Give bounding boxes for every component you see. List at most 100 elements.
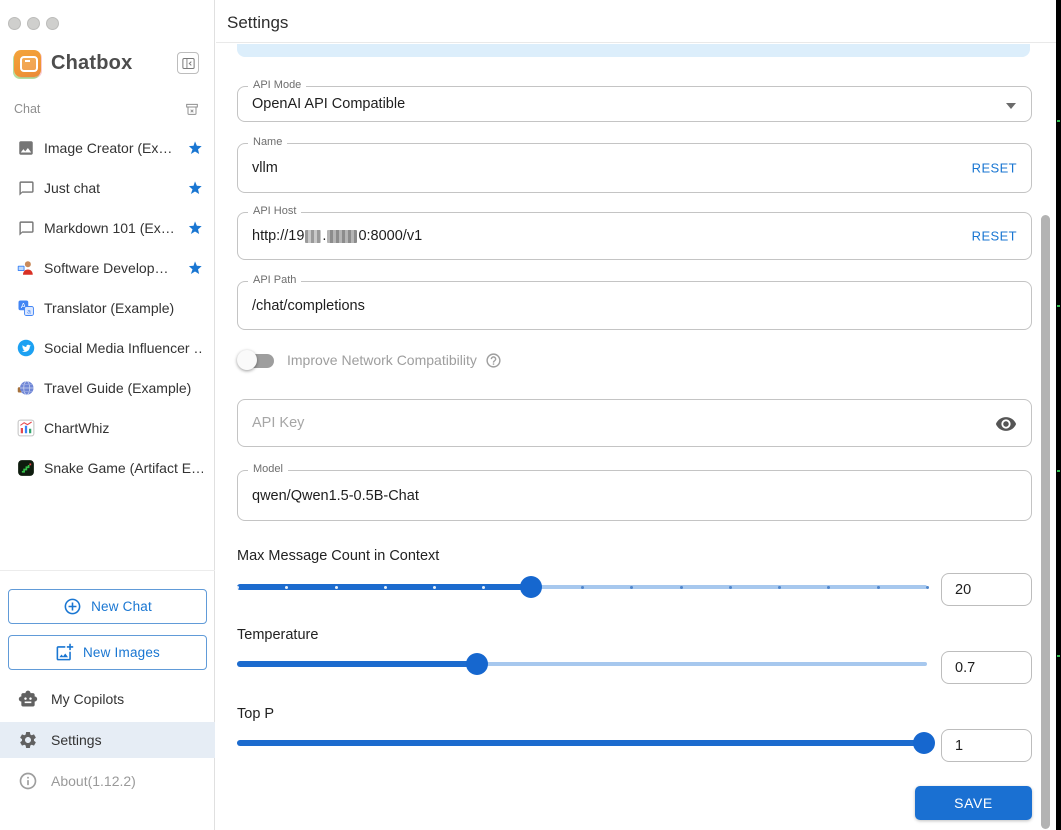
session-item-markdown-101[interactable]: Markdown 101 (Ex…: [0, 208, 215, 248]
session-item-travel-guide[interactable]: Travel Guide (Example): [0, 368, 215, 408]
save-button[interactable]: SAVE: [915, 786, 1032, 820]
chart-icon: [17, 419, 35, 437]
name-field: Name RESET: [237, 136, 1032, 193]
add-circle-icon: [64, 598, 81, 615]
screen-edge-strip: [1056, 0, 1061, 830]
session-item-social-media-influencer[interactable]: Social Media Influencer …: [0, 328, 215, 368]
api-path-input[interactable]: [238, 282, 1031, 329]
model-input[interactable]: [238, 471, 1031, 520]
api-path-field: API Path: [237, 274, 1032, 330]
star-icon[interactable]: [187, 180, 203, 196]
minimize-window-button[interactable]: [27, 17, 40, 30]
network-compatibility-toggle[interactable]: [237, 348, 277, 372]
top-p-label: Top P: [237, 706, 275, 722]
top-p-input[interactable]: [942, 730, 1031, 761]
api-host-field: API Host http://19. 0:8000/v1 RESET: [237, 205, 1032, 260]
slider-thumb[interactable]: [912, 732, 935, 754]
sidebar: Chatbox Chat Image Creator (Ex… Just cha…: [0, 0, 215, 830]
settings-label: Settings: [51, 732, 102, 748]
new-images-label: New Images: [82, 645, 161, 660]
chatbox-logo-icon: [14, 50, 41, 77]
max-message-count-input[interactable]: [942, 574, 1031, 605]
session-item-just-chat[interactable]: Just chat: [0, 168, 215, 208]
api-key-input[interactable]: [238, 400, 1031, 446]
redacted-block: [327, 229, 358, 243]
snake-game-icon: [17, 459, 35, 477]
chat-section-label: Chat: [14, 102, 41, 116]
top-p-slider[interactable]: [237, 732, 935, 754]
developer-icon: [17, 259, 35, 277]
chat-bubble-icon: [17, 219, 35, 237]
info-icon: [19, 772, 37, 790]
api-mode-select[interactable]: API Mode OpenAI API Compatible: [237, 79, 1032, 122]
gear-icon: [20, 732, 36, 748]
star-icon[interactable]: [187, 220, 203, 236]
toggle-thumb: [237, 350, 257, 370]
scrollbar-thumb[interactable]: [1041, 215, 1050, 829]
settings-header: Settings: [216, 0, 1061, 43]
top-p-value-box: [941, 729, 1032, 762]
eye-icon: [995, 417, 1017, 431]
network-compatibility-label: Improve Network Compatibility: [287, 352, 477, 368]
settings-item-selected[interactable]: Settings: [0, 722, 215, 758]
temperature-slider[interactable]: [237, 653, 927, 675]
name-input[interactable]: [238, 144, 1031, 192]
network-compatibility-row: Improve Network Compatibility: [237, 348, 502, 372]
session-list: Image Creator (Ex… Just chat Markdown 10…: [0, 128, 215, 488]
toggle-visibility-button[interactable]: [995, 413, 1017, 435]
max-message-count-value-box: [941, 573, 1032, 606]
close-window-button[interactable]: [8, 17, 21, 30]
chevron-down-icon: [1006, 103, 1016, 109]
help-circle-icon[interactable]: [485, 352, 502, 369]
window-controls: [8, 17, 59, 30]
collapse-sidebar-icon: [181, 57, 195, 69]
add-photo-icon: [56, 643, 74, 661]
session-item-image-creator[interactable]: Image Creator (Ex…: [0, 128, 215, 168]
clear-archive-icon[interactable]: [184, 101, 200, 117]
temperature-label: Temperature: [237, 627, 319, 643]
app-title: Chatbox: [51, 52, 133, 74]
chat-section-header: Chat: [14, 101, 200, 117]
api-host-input[interactable]: http://19. 0:8000/v1: [252, 213, 422, 259]
my-copilots-label: My Copilots: [51, 691, 125, 707]
max-message-count-slider[interactable]: [236, 576, 929, 598]
svg-text:a: a: [27, 309, 31, 316]
page-title: Settings: [227, 13, 289, 32]
about-item[interactable]: About(1.12.2): [0, 763, 215, 799]
app-logo-row: Chatbox: [14, 50, 204, 77]
session-item-translator[interactable]: A a Translator (Example): [0, 288, 215, 328]
info-banner-remnant: [237, 44, 1030, 57]
slider-fill: [237, 661, 478, 667]
api-mode-value: OpenAI API Compatible: [252, 96, 406, 112]
chatbox-app: Chatbox Chat Image Creator (Ex… Just cha…: [0, 0, 1061, 830]
temperature-input[interactable]: [942, 652, 1031, 683]
max-message-count-label: Max Message Count in Context: [237, 548, 440, 564]
temperature-value-box: [941, 651, 1032, 684]
settings-panel: Settings API Mode OpenAI API Compatible …: [216, 0, 1061, 830]
new-images-button[interactable]: New Images: [8, 635, 207, 670]
redacted-block: [305, 229, 322, 243]
session-item-snake-game[interactable]: Snake Game (Artifact E…: [0, 448, 215, 488]
translate-icon: A a: [17, 299, 35, 317]
new-chat-button[interactable]: New Chat: [8, 589, 207, 624]
new-chat-label: New Chat: [91, 599, 152, 614]
my-copilots-item[interactable]: My Copilots: [0, 681, 215, 717]
zoom-window-button[interactable]: [46, 17, 59, 30]
session-item-software-developer[interactable]: Software Develop…: [0, 248, 215, 288]
twitter-icon: [17, 339, 35, 357]
model-field: Model: [237, 463, 1032, 521]
collapse-sidebar-button[interactable]: [177, 52, 199, 74]
sidebar-divider: [0, 570, 215, 571]
star-icon[interactable]: [187, 140, 203, 156]
image-icon: [17, 139, 35, 157]
slider-thumb[interactable]: [519, 576, 542, 598]
session-item-chartwhiz[interactable]: ChartWhiz: [0, 408, 215, 448]
api-key-field: [237, 399, 1032, 447]
slider-fill: [237, 740, 924, 746]
api-host-reset-button[interactable]: RESET: [972, 229, 1017, 244]
globe-icon: [17, 379, 35, 397]
slider-thumb[interactable]: [466, 653, 489, 675]
name-reset-button[interactable]: RESET: [972, 161, 1017, 176]
star-icon[interactable]: [187, 260, 203, 276]
chat-bubble-icon: [17, 179, 35, 197]
